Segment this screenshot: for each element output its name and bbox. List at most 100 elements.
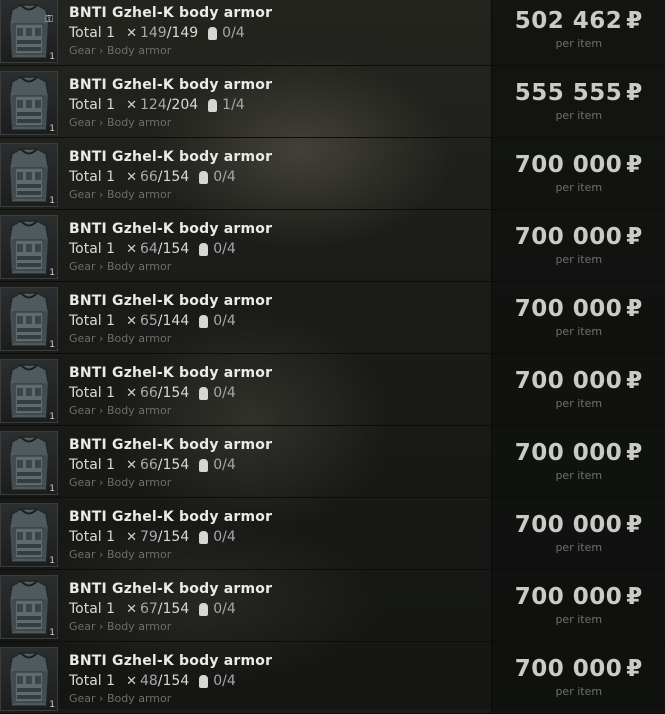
- per-item-label: per item: [555, 613, 603, 626]
- crossed-tools-icon: ✕: [126, 241, 137, 257]
- item-thumbnail[interactable]: 1: [0, 575, 58, 639]
- item-category[interactable]: Gear › Body armor: [69, 116, 171, 129]
- item-thumbnail[interactable]: 1: [0, 71, 58, 135]
- item-thumbnail[interactable]: 1: [0, 431, 58, 495]
- plate-slots: 0/4: [222, 25, 245, 41]
- price-value: 700 000: [514, 224, 623, 250]
- item-name: BNTI Gzhel-K body armor: [69, 5, 273, 21]
- price-value: 700 000: [514, 440, 623, 466]
- crossed-tools-icon: ✕: [126, 673, 137, 689]
- body-armor-icon: [9, 436, 49, 491]
- item-stats: Total 1 ✕ 48/154 0/4: [69, 673, 236, 689]
- item-thumbnail[interactable]: 1: [0, 143, 58, 207]
- total-count: Total 1: [69, 169, 116, 185]
- stack-count: 1: [49, 340, 55, 350]
- price: 700 000 ₽: [492, 296, 665, 322]
- total-count: Total 1: [69, 385, 116, 401]
- offer-row[interactable]: 1 BNTI Gzhel-K body armor Total 1 ✕ 66/1…: [0, 354, 665, 426]
- offer-row[interactable]: 1 BNTI Gzhel-K body armor Total 1 ✕ 67/1…: [0, 570, 665, 642]
- price-value: 700 000: [514, 152, 623, 178]
- offer-info: 1 BNTI Gzhel-K body armor Total 1 ✕ 66/1…: [0, 354, 491, 425]
- durability-current: 48: [139, 673, 158, 689]
- per-item-label: per item: [555, 109, 603, 122]
- stack-count: 1: [49, 268, 55, 278]
- crossed-tools-icon: ✕: [126, 97, 137, 113]
- offer-row[interactable]: 1 BNTI Gzhel-K body armor Total 1 ✕ 66/1…: [0, 426, 665, 498]
- body-armor-icon: [9, 652, 49, 707]
- per-item-label: per item: [555, 181, 603, 194]
- plate-slots: 0/4: [213, 385, 236, 401]
- price: 700 000 ₽: [492, 368, 665, 394]
- item-stats: Total 1 ✕ 67/154 0/4: [69, 601, 236, 617]
- offer-info: ⚿ 1 BNTI Gzhel-K body armor Total 1 ✕ 14…: [0, 0, 491, 65]
- total-count: Total 1: [69, 529, 116, 545]
- offer-row[interactable]: ⚿ 1 BNTI Gzhel-K body armor Total 1 ✕ 14…: [0, 0, 665, 66]
- offer-row[interactable]: 1 BNTI Gzhel-K body armor Total 1 ✕ 65/1…: [0, 282, 665, 354]
- item-thumbnail[interactable]: 1: [0, 215, 58, 279]
- offer-row[interactable]: 1 BNTI Gzhel-K body armor Total 1 ✕ 66/1…: [0, 138, 665, 210]
- item-category[interactable]: Gear › Body armor: [69, 188, 171, 201]
- durability-max: 204: [171, 97, 199, 113]
- price-panel[interactable]: 700 000 ₽ per item: [491, 138, 665, 209]
- ruble-icon: ₽: [626, 368, 643, 394]
- durability-max: 154: [162, 457, 190, 473]
- item-name: BNTI Gzhel-K body armor: [69, 77, 273, 93]
- durability-current: 65: [139, 313, 158, 329]
- item-thumbnail[interactable]: 1: [0, 359, 58, 423]
- offer-row[interactable]: 1 BNTI Gzhel-K body armor Total 1 ✕ 48/1…: [0, 642, 665, 714]
- plate-slots: 0/4: [213, 673, 236, 689]
- item-name: BNTI Gzhel-K body armor: [69, 437, 273, 453]
- price-value: 502 462: [514, 8, 623, 34]
- item-category[interactable]: Gear › Body armor: [69, 332, 171, 345]
- durability-current: 66: [139, 457, 158, 473]
- price-panel[interactable]: 700 000 ₽ per item: [491, 426, 665, 497]
- price-panel[interactable]: 700 000 ₽ per item: [491, 210, 665, 281]
- item-thumbnail[interactable]: 1: [0, 287, 58, 351]
- item-thumbnail[interactable]: 1: [0, 647, 58, 711]
- stack-count: 1: [49, 52, 55, 62]
- offer-list: ⚿ 1 BNTI Gzhel-K body armor Total 1 ✕ 1 4…: [0, 0, 665, 714]
- item-category[interactable]: Gear › Body armor: [69, 44, 171, 57]
- price-panel[interactable]: 700 000 ₽ per item: [491, 570, 665, 641]
- ruble-icon: ₽: [626, 584, 643, 610]
- armor-plate-icon: [199, 674, 209, 688]
- price: 700 000 ₽: [492, 512, 665, 538]
- price-panel[interactable]: 502 462 ₽ per item: [491, 0, 665, 65]
- crossed-tools-icon: ✕: [126, 601, 137, 617]
- price-panel[interactable]: 700 000 ₽ per item: [491, 354, 665, 425]
- item-name: BNTI Gzhel-K body armor: [69, 509, 273, 525]
- item-category[interactable]: Gear › Body armor: [69, 404, 171, 417]
- stack-count: 1: [49, 556, 55, 566]
- item-category[interactable]: Gear › Body armor: [69, 476, 171, 489]
- plate-slots: 0/4: [213, 529, 236, 545]
- total-count: Total 1: [69, 241, 116, 257]
- item-category[interactable]: Gear › Body armor: [69, 692, 171, 705]
- item-category[interactable]: Gear › Body armor: [69, 260, 171, 273]
- ruble-icon: ₽: [626, 440, 643, 466]
- item-category[interactable]: Gear › Body armor: [69, 620, 171, 633]
- item-category[interactable]: Gear › Body armor: [69, 548, 171, 561]
- price-panel[interactable]: 700 000 ₽ per item: [491, 498, 665, 569]
- offer-row[interactable]: 1 BNTI Gzhel-K body armor Total 1 ✕ 79/1…: [0, 498, 665, 570]
- stack-count: 1: [49, 412, 55, 422]
- body-armor-icon: [9, 4, 49, 59]
- offer-info: 1 BNTI Gzhel-K body armor Total 1 ✕ 65/1…: [0, 282, 491, 353]
- item-thumbnail[interactable]: ⚿ 1: [0, 0, 58, 63]
- armor-plate-icon: [199, 602, 209, 616]
- item-stats: Total 1 ✕ 64/154 0/4: [69, 241, 236, 257]
- body-armor-icon: [9, 580, 49, 635]
- item-thumbnail[interactable]: 1: [0, 503, 58, 567]
- durability-current: 66: [139, 385, 158, 401]
- durability-max: 154: [162, 529, 190, 545]
- offer-info: 1 BNTI Gzhel-K body armor Total 1 ✕ 124/…: [0, 66, 491, 137]
- per-item-label: per item: [555, 685, 603, 698]
- ruble-icon: ₽: [626, 152, 643, 178]
- price-panel[interactable]: 700 000 ₽ per item: [491, 642, 665, 713]
- price-panel[interactable]: 700 000 ₽ per item: [491, 282, 665, 353]
- offer-row[interactable]: 1 BNTI Gzhel-K body armor Total 1 ✕ 64/1…: [0, 210, 665, 282]
- armor-plate-icon: [208, 26, 218, 40]
- price-panel[interactable]: 555 555 ₽ per item: [491, 66, 665, 137]
- plate-slots: 0/4: [213, 169, 236, 185]
- per-item-label: per item: [555, 397, 603, 410]
- offer-row[interactable]: 1 BNTI Gzhel-K body armor Total 1 ✕ 124/…: [0, 66, 665, 138]
